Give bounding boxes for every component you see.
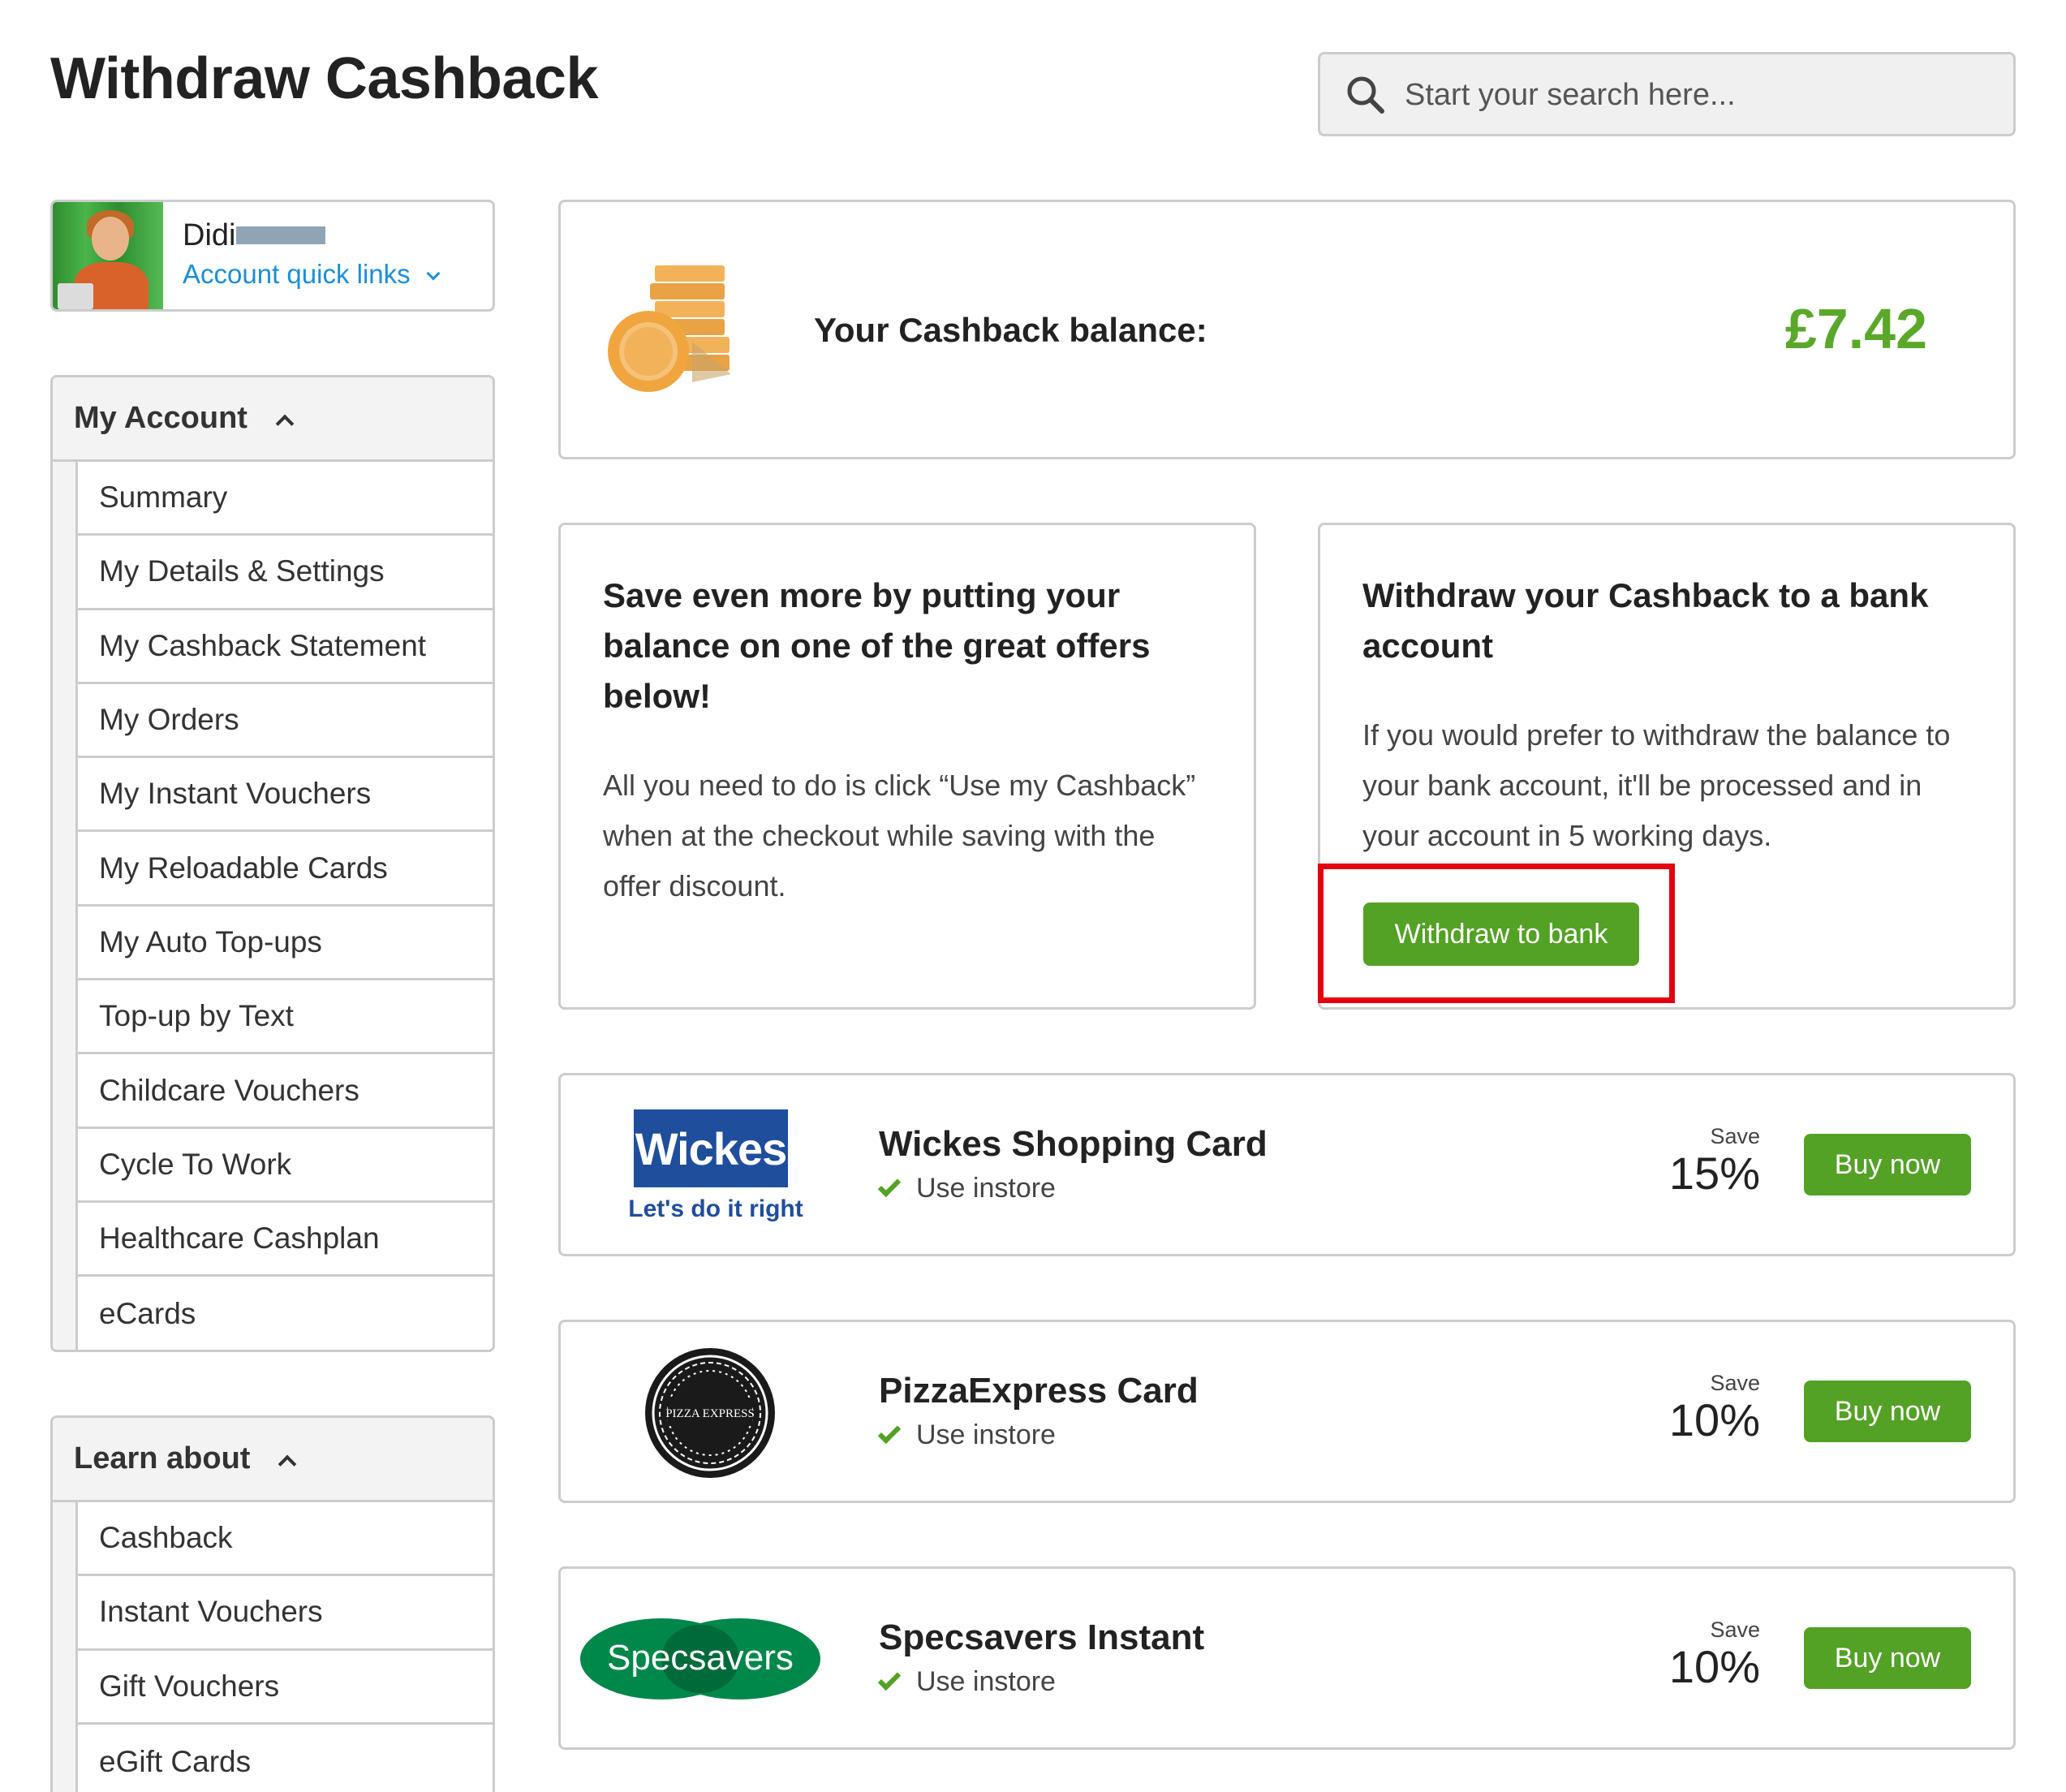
save-label: Save bbox=[1710, 1618, 1760, 1642]
product-row-specsavers: Specsavers Specsavers Instant Use instor… bbox=[558, 1566, 2016, 1750]
specsavers-logo-text: Specsavers bbox=[607, 1638, 794, 1678]
check-icon bbox=[877, 1667, 902, 1691]
coins-icon bbox=[608, 265, 731, 392]
nav-item-cycle-to-work[interactable]: Cycle To Work bbox=[75, 1128, 493, 1203]
offers-heading: Save even more by putting your balance o… bbox=[603, 576, 1151, 715]
learn-about-nav: Learn about Cashback Instant Vouchers Gi… bbox=[50, 1415, 495, 1792]
nav-item-instant-vouchers[interactable]: My Instant Vouchers bbox=[75, 758, 493, 833]
save-label: Save bbox=[1710, 1371, 1760, 1395]
learn-about-heading[interactable]: Learn about bbox=[53, 1418, 493, 1502]
my-account-label: My Account bbox=[74, 401, 247, 435]
buy-now-button[interactable]: Buy now bbox=[1804, 1134, 1971, 1195]
check-icon bbox=[877, 1420, 902, 1444]
user-card: Didi Account quick links bbox=[50, 200, 495, 312]
balance-label: Your Cashback balance: bbox=[814, 311, 1207, 349]
use-instore: Use instore bbox=[877, 1666, 1056, 1698]
search-input[interactable] bbox=[1405, 69, 1989, 121]
use-instore: Use instore bbox=[877, 1419, 1056, 1451]
search-box[interactable] bbox=[1318, 52, 2016, 136]
save-percentage: 10% bbox=[1668, 1394, 1760, 1445]
pizzaexpress-logo-text: PIZZA EXPRESS bbox=[665, 1407, 755, 1420]
check-icon bbox=[877, 1174, 902, 1197]
use-instore-label: Use instore bbox=[916, 1666, 1056, 1697]
nav-item-instant-vouchers-info[interactable]: Instant Vouchers bbox=[75, 1576, 493, 1651]
quick-links-label: Account quick links bbox=[183, 259, 411, 289]
nav-item-childcare-vouchers[interactable]: Childcare Vouchers bbox=[75, 1054, 493, 1129]
nav-item-gift-vouchers[interactable]: Gift Vouchers bbox=[75, 1650, 493, 1725]
cashback-balance-card: Your Cashback balance: £7.42 bbox=[558, 200, 2016, 459]
nav-item-details-settings[interactable]: My Details & Settings bbox=[75, 536, 493, 610]
nav-item-cashback-statement[interactable]: My Cashback Statement bbox=[75, 610, 493, 684]
redacted-name bbox=[236, 226, 325, 244]
wickes-logo-mark: Wickes bbox=[634, 1109, 788, 1187]
product-row-wickes: Wickes Let's do it right Wickes Shopping… bbox=[558, 1073, 2016, 1256]
nav-item-auto-topups[interactable]: My Auto Top-ups bbox=[75, 906, 493, 981]
save-percentage: 10% bbox=[1668, 1641, 1760, 1692]
search-icon bbox=[1347, 76, 1384, 114]
offers-body: All you need to do is click “Use my Cash… bbox=[603, 769, 1196, 902]
product-name: Specsavers Instant bbox=[879, 1618, 1205, 1657]
nav-item-ecards[interactable]: eCards bbox=[75, 1277, 493, 1350]
withdraw-heading: Withdraw your Cashback to a bank account bbox=[1362, 576, 1929, 665]
offers-info-card: Save even more by putting your balance o… bbox=[558, 523, 1256, 1010]
wickes-logo-tagline: Let's do it right bbox=[628, 1195, 803, 1222]
product-name: PizzaExpress Card bbox=[879, 1371, 1199, 1411]
specsavers-logo: Specsavers bbox=[580, 1585, 833, 1731]
nav-item-cashback[interactable]: Cashback bbox=[75, 1502, 493, 1577]
use-instore-label: Use instore bbox=[916, 1419, 1056, 1450]
page-title: Withdraw Cashback bbox=[50, 46, 599, 111]
product-row-pizzaexpress: PIZZA EXPRESS PizzaExpress Card Use inst… bbox=[558, 1320, 2016, 1503]
chevron-up-icon bbox=[275, 414, 295, 433]
use-instore-label: Use instore bbox=[916, 1173, 1056, 1204]
balance-amount: £7.42 bbox=[1784, 297, 1927, 360]
product-name: Wickes Shopping Card bbox=[879, 1124, 1268, 1164]
pizzaexpress-logo-mark: PIZZA EXPRESS bbox=[645, 1348, 775, 1478]
wickes-logo: Wickes Let's do it right bbox=[590, 1092, 833, 1238]
use-instore: Use instore bbox=[877, 1173, 1056, 1204]
learn-about-label: Learn about bbox=[74, 1441, 251, 1475]
buy-now-button[interactable]: Buy now bbox=[1804, 1627, 1971, 1689]
chevron-up-icon bbox=[278, 1454, 297, 1473]
nav-item-egift-cards[interactable]: eGift Cards bbox=[75, 1724, 493, 1792]
nav-item-topup-by-text[interactable]: Top-up by Text bbox=[75, 980, 493, 1055]
nav-item-reloadable-cards[interactable]: My Reloadable Cards bbox=[75, 832, 493, 907]
buy-now-button[interactable]: Buy now bbox=[1804, 1381, 1971, 1442]
withdraw-to-bank-button[interactable]: Withdraw to bank bbox=[1363, 902, 1639, 966]
save-percentage: 15% bbox=[1668, 1148, 1760, 1199]
user-name: Didi bbox=[183, 218, 236, 252]
nav-item-summary[interactable]: Summary bbox=[75, 462, 493, 536]
my-account-nav: My Account Summary My Details & Settings… bbox=[50, 375, 495, 1352]
pizzaexpress-logo: PIZZA EXPRESS bbox=[590, 1338, 833, 1484]
withdraw-body: If you would prefer to withdraw the bala… bbox=[1362, 718, 1951, 852]
save-label: Save bbox=[1710, 1124, 1760, 1148]
nav-item-orders[interactable]: My Orders bbox=[75, 683, 493, 759]
my-account-heading[interactable]: My Account bbox=[53, 377, 493, 462]
specsavers-logo-mark: Specsavers bbox=[580, 1618, 820, 1699]
nav-item-healthcare-cashplan[interactable]: Healthcare Cashplan bbox=[75, 1202, 493, 1277]
avatar bbox=[53, 202, 163, 309]
chevron-down-icon bbox=[426, 266, 441, 281]
account-quick-links[interactable]: Account quick links bbox=[183, 259, 441, 290]
